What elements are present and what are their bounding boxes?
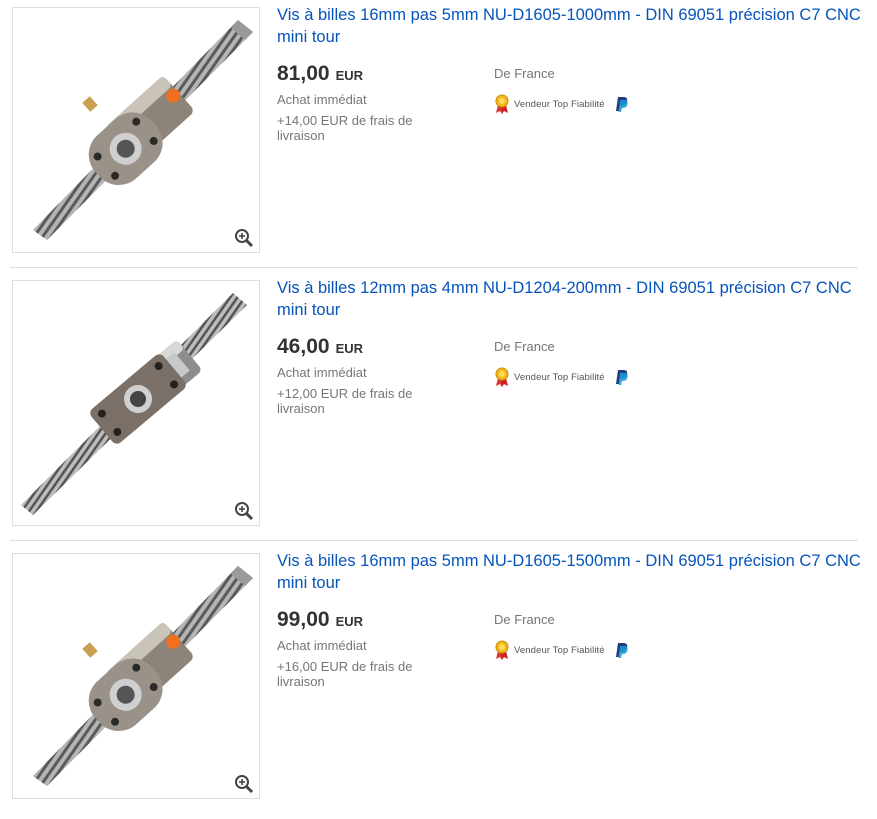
shipping-cost: +12,00 EUR de frais de livraison <box>277 386 413 416</box>
product-image[interactable] <box>12 280 260 526</box>
seller-badge: Vendeur Top Fiabilité <box>494 367 629 387</box>
paypal-icon <box>615 97 628 112</box>
seller-badge: Vendeur Top Fiabilité <box>494 94 629 114</box>
top-rated-seller-icon <box>495 640 509 660</box>
item-location: De France <box>494 612 555 627</box>
listing-divider <box>10 267 858 268</box>
product-image[interactable] <box>12 7 260 253</box>
ballscrew-image <box>13 8 259 252</box>
listing-title-link[interactable]: Vis à billes 12mm pas 4mm NU-D1204-200mm… <box>277 277 862 321</box>
seller-badge: Vendeur Top Fiabilité <box>494 640 629 660</box>
top-rated-seller-icon <box>495 94 509 114</box>
listing-title-link[interactable]: Vis à billes 16mm pas 5mm NU-D1605-1500m… <box>277 550 862 594</box>
buy-format: Achat immédiat <box>277 638 367 653</box>
currency: EUR <box>335 341 364 356</box>
seller-badge-label: Vendeur Top Fiabilité <box>514 644 605 656</box>
seller-badge-label: Vendeur Top Fiabilité <box>514 98 605 110</box>
paypal-icon <box>615 643 628 658</box>
currency: EUR <box>335 614 364 629</box>
price-value: 81,00 <box>277 62 330 85</box>
listing-title-link[interactable]: Vis à billes 16mm pas 5mm NU-D1605-1000m… <box>277 4 862 48</box>
listing-item: Vis à billes 16mm pas 5mm NU-D1605-1000m… <box>0 0 877 273</box>
listing-item: Vis à billes 12mm pas 4mm NU-D1204-200mm… <box>0 267 877 546</box>
listing-item: Vis à billes 16mm pas 5mm NU-D1605-1500m… <box>0 540 877 819</box>
price-value: 99,00 <box>277 608 330 631</box>
ballscrew-image <box>13 281 259 525</box>
currency: EUR <box>335 68 364 83</box>
zoom-icon[interactable] <box>234 774 254 794</box>
shipping-cost: +16,00 EUR de frais de livraison <box>277 659 413 689</box>
zoom-icon[interactable] <box>234 228 254 248</box>
listing-divider <box>10 540 858 541</box>
item-location: De France <box>494 339 555 354</box>
item-location: De France <box>494 66 555 81</box>
zoom-icon[interactable] <box>234 501 254 521</box>
price: 99,00 EUR <box>277 608 363 632</box>
product-image[interactable] <box>12 553 260 799</box>
price: 46,00 EUR <box>277 335 363 359</box>
top-rated-seller-icon <box>495 367 509 387</box>
price-value: 46,00 <box>277 335 330 358</box>
buy-format: Achat immédiat <box>277 92 367 107</box>
buy-format: Achat immédiat <box>277 365 367 380</box>
ballscrew-image <box>13 554 259 798</box>
shipping-cost: +14,00 EUR de frais de livraison <box>277 113 413 143</box>
seller-badge-label: Vendeur Top Fiabilité <box>514 371 605 383</box>
paypal-icon <box>615 370 628 385</box>
price: 81,00 EUR <box>277 62 363 86</box>
